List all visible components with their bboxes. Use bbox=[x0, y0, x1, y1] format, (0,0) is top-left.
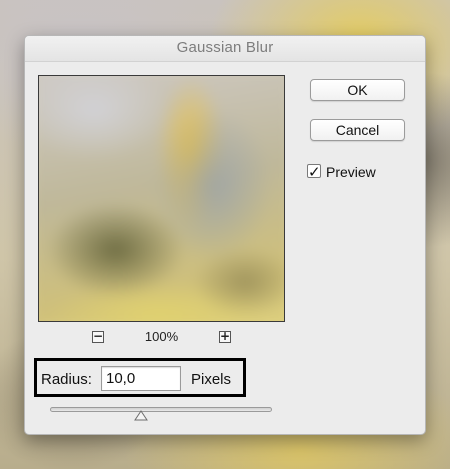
slider-thumb-icon[interactable] bbox=[134, 410, 148, 421]
preview-label: Preview bbox=[326, 164, 376, 180]
blurred-preview-image bbox=[39, 76, 284, 321]
radius-unit-label: Pixels bbox=[191, 371, 232, 388]
radius-slider-track[interactable] bbox=[50, 407, 272, 412]
radius-highlight-box: Radius: 10,0 Pixels bbox=[34, 358, 246, 397]
zoom-level: 100% bbox=[144, 329, 179, 344]
radius-input[interactable]: 10,0 bbox=[101, 366, 181, 391]
preview-window[interactable] bbox=[38, 75, 285, 322]
ok-button[interactable]: OK bbox=[310, 79, 405, 101]
radius-label: Radius: bbox=[41, 371, 92, 388]
checkmark-icon: ✓ bbox=[308, 163, 321, 181]
preview-checkbox[interactable]: ✓ bbox=[307, 163, 321, 181]
zoom-controls: − 100% + bbox=[38, 328, 285, 348]
dialog-title: Gaussian Blur bbox=[25, 36, 425, 62]
zoom-in-icon[interactable]: + bbox=[219, 330, 231, 343]
cancel-button[interactable]: Cancel bbox=[310, 119, 405, 141]
gaussian-blur-dialog: Gaussian Blur − 100% + Radius: 10,0 Pixe… bbox=[24, 35, 426, 435]
